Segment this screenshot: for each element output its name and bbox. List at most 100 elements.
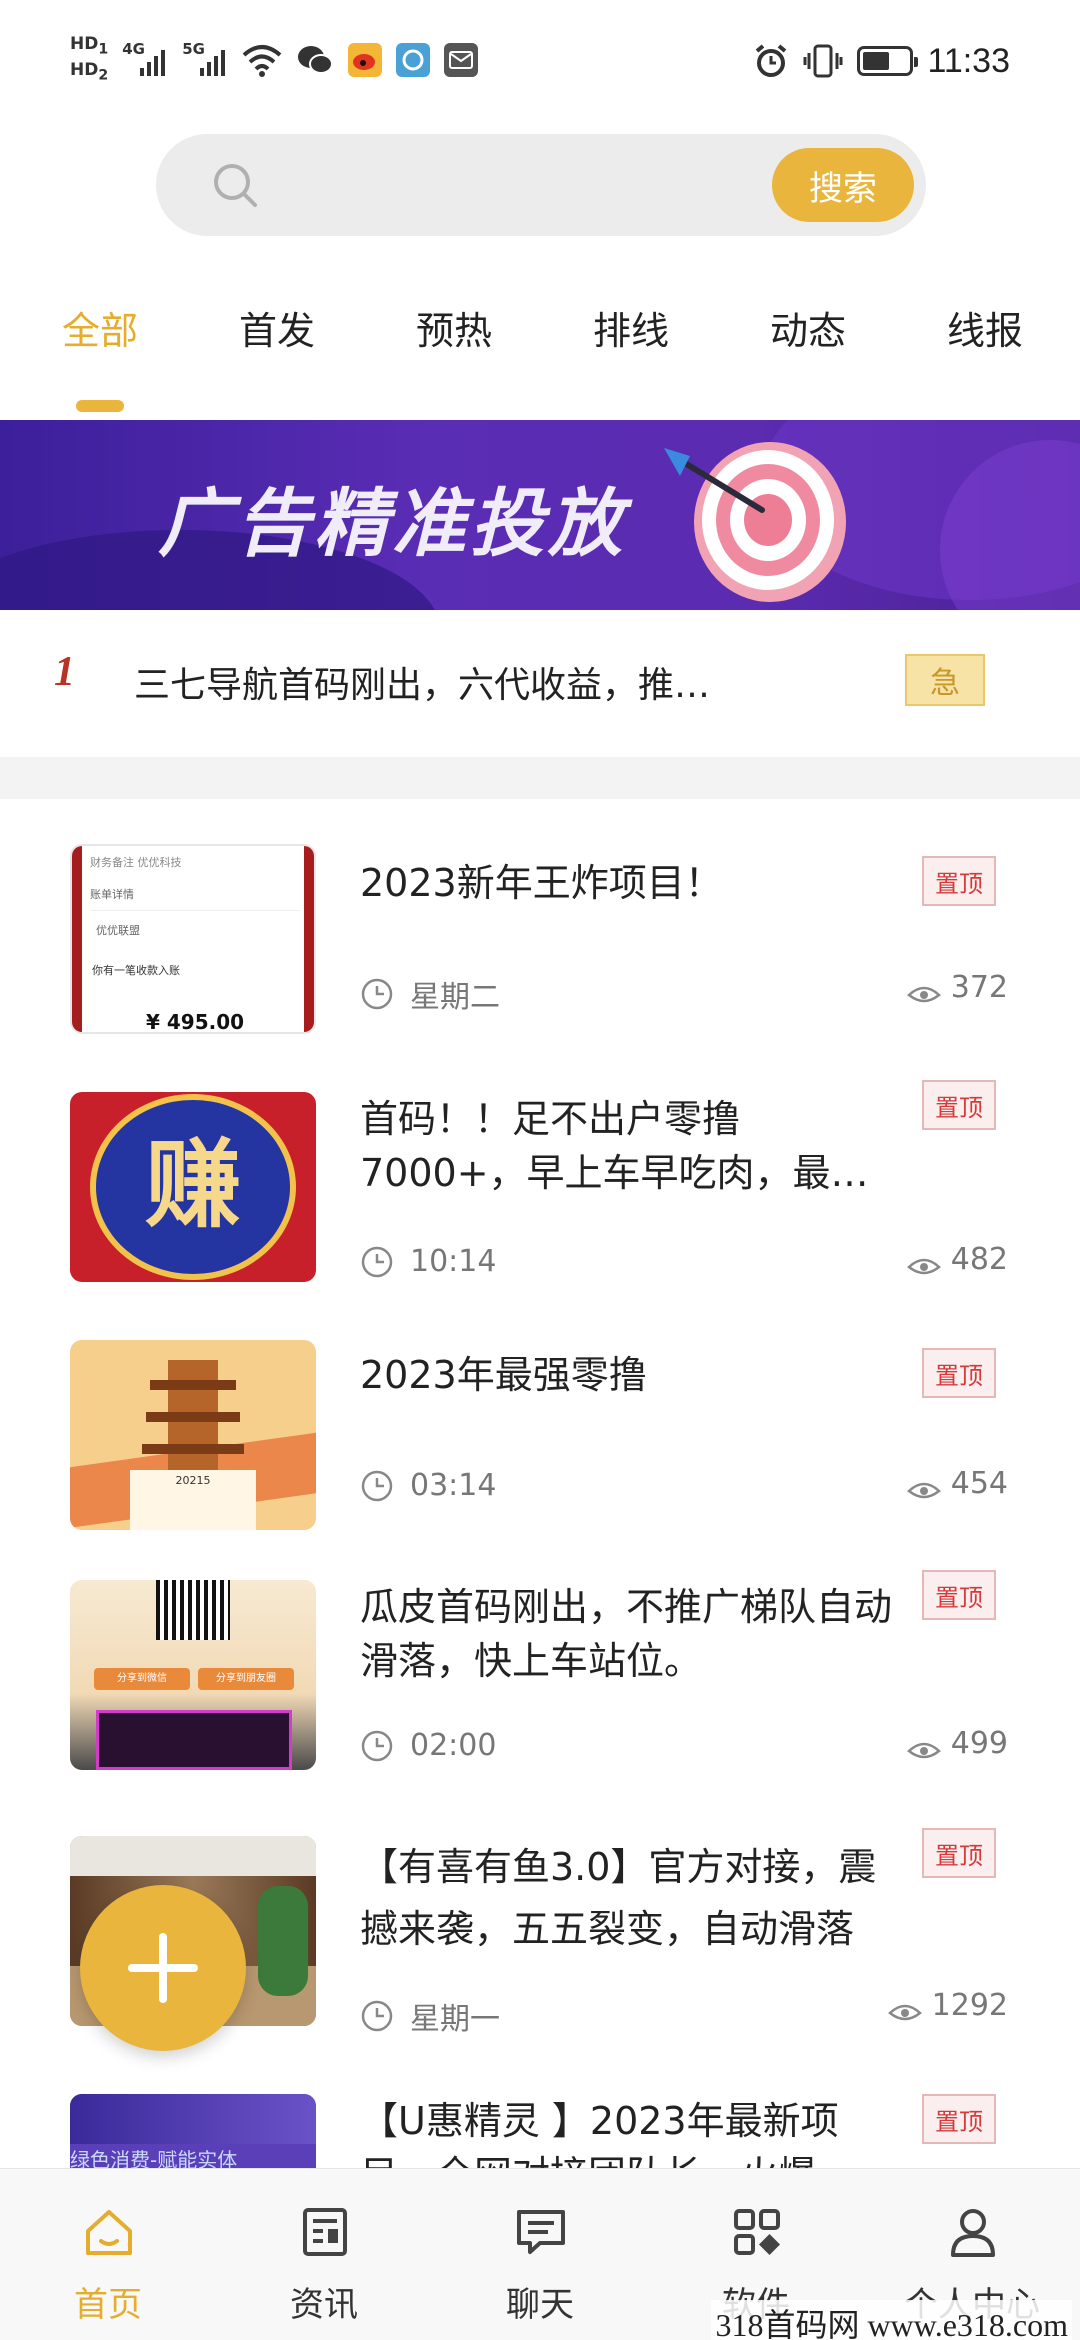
nav-news[interactable]: 资讯 — [224, 2169, 424, 2340]
tab-all[interactable]: 全部 — [30, 300, 170, 355]
post-title: 2023年最强零撸 — [360, 1353, 647, 1397]
view-count-label: 372 — [950, 970, 1008, 1005]
thumb-text: 20215 — [175, 1474, 211, 1487]
alarm-icon — [756, 44, 787, 77]
view-count-label: 1292 — [931, 1988, 1008, 2023]
hd2-label: HD — [70, 60, 99, 80]
list-item[interactable]: 绿色消费-赋能实体 【U惠精灵 】2023年最新项目，全网对接团队长，火爆… 置… — [0, 2094, 1080, 2168]
target-icon — [664, 442, 846, 602]
eye-icon — [906, 986, 941, 1003]
hd2-sub: 2 — [98, 67, 109, 84]
view-count: 1292 — [887, 1988, 1008, 2023]
thumb-text: 绿色消费-赋能实体 — [70, 2148, 238, 2168]
thumb-text: 账单详情 — [90, 888, 134, 901]
banner-text: 广告精准投放 — [158, 481, 626, 567]
clock-time: 11:33 — [927, 41, 1010, 80]
pinned-badge: 置顶 — [922, 856, 996, 906]
post-time-label: 02:00 — [410, 1728, 497, 1763]
view-count: 372 — [906, 970, 1008, 1005]
thumbnail: 分享到微信 分享到朋友圈 — [70, 1580, 316, 1770]
ad-banner[interactable]: 广告精准投放 — [0, 420, 1080, 610]
user-icon — [951, 2209, 995, 2257]
nav-home-label: 首页 — [74, 2285, 142, 2325]
tab-indicator — [76, 400, 124, 412]
post-title: 2023新年王炸项目！ — [360, 861, 723, 905]
tab-lineup[interactable]: 排线 — [561, 300, 701, 355]
post-time: 星期二 — [360, 972, 500, 1016]
notice-text: 三七导航首码刚出，六代收益，推… — [134, 665, 711, 706]
chat-icon — [517, 2210, 565, 2254]
news-icon — [303, 2208, 347, 2256]
eye-icon — [906, 1482, 941, 1499]
pinned-badge: 置顶 — [922, 2094, 996, 2144]
clock-icon — [361, 978, 393, 1010]
post-time: 02:00 — [360, 1728, 496, 1763]
view-count-label: 454 — [950, 1466, 1008, 1501]
thumb-text: 财务备注 优优科技 — [90, 856, 182, 869]
search-icon — [214, 164, 257, 207]
hd-indicator: HD1 HD2 — [70, 34, 108, 87]
thumb-text: 优优联盟 — [96, 924, 140, 937]
tab-dynamic[interactable]: 动态 — [738, 300, 878, 355]
home-icon — [86, 2210, 132, 2255]
thumb-text: 分享到朋友圈 — [198, 1668, 294, 1690]
signal-4g-icon: 4G — [122, 40, 168, 80]
post-time-label: 10:14 — [410, 1244, 497, 1279]
thumbnail: 赚 — [70, 1092, 316, 1282]
tab-tips[interactable]: 线报 — [915, 300, 1055, 355]
weibo-icon — [348, 43, 383, 77]
thumb-text: 分享到微信 — [94, 1668, 190, 1690]
urgent-badge: 急 — [905, 654, 985, 706]
view-count-label: 499 — [950, 1726, 1008, 1761]
thumbnail: 20215 — [70, 1340, 316, 1530]
notice-row[interactable]: 1 三七导航首码刚出，六代收益，推… 急 — [0, 620, 1080, 748]
wechat-icon — [298, 46, 334, 74]
status-left: HD1 HD2 4G 5G — [70, 30, 479, 90]
clock-icon — [361, 2000, 393, 2032]
tab-preheat[interactable]: 预热 — [384, 300, 524, 355]
eye-icon — [906, 1258, 941, 1275]
post-title: 【U惠精灵 】2023年最新项目，全网对接团队长，火爆… — [360, 2099, 854, 2168]
post-time-label: 03:14 — [410, 1468, 497, 1503]
eye-icon — [906, 1742, 941, 1759]
post-title: 首码！！足不出户零撸7000+，早上车早吃肉，最… — [360, 1097, 869, 1195]
tab-first-release[interactable]: 首发 — [207, 300, 347, 355]
section-divider — [0, 757, 1080, 799]
thumbnail: 绿色消费-赋能实体 — [70, 2094, 316, 2168]
nav-news-label: 资讯 — [290, 2285, 358, 2325]
post-time: 星期一 — [360, 1994, 500, 2038]
wifi-icon — [242, 45, 282, 77]
clock-icon — [361, 1730, 393, 1761]
eye-icon — [887, 2004, 922, 2021]
view-count-label: 482 — [950, 1242, 1008, 1277]
search-input[interactable]: 搜索 — [156, 134, 926, 236]
thumb-text: 赚 — [145, 1129, 241, 1241]
category-tabs: 全部 首发 预热 排线 动态 线报 — [0, 300, 1080, 412]
pinned-badge: 置顶 — [922, 1080, 996, 1130]
post-time-label: 星期二 — [410, 980, 500, 1015]
clock-icon — [361, 1470, 393, 1501]
add-post-button[interactable] — [80, 1885, 246, 2051]
thumb-text: ¥ 495.00 — [146, 1010, 245, 1034]
search-button[interactable]: 搜索 — [772, 148, 914, 222]
nav-home[interactable]: 首页 — [8, 2169, 208, 2340]
status-bar: HD1 HD2 4G 5G 11:33 — [0, 0, 1080, 120]
app-badge-icon — [396, 43, 431, 77]
clock-icon — [361, 1246, 393, 1277]
thumb-text: 你有一笔收款入账 — [92, 964, 180, 977]
view-count: 454 — [906, 1466, 1008, 1501]
status-right: 11:33 — [753, 36, 1010, 86]
watermark: 318首码网 www.e318.com — [711, 2300, 1072, 2340]
nav-chat-label: 聊天 — [506, 2285, 574, 2325]
notice-rank: 1 — [54, 649, 75, 695]
post-time: 10:14 — [360, 1244, 496, 1279]
pinned-badge: 置顶 — [922, 1570, 996, 1620]
nav-chat[interactable]: 聊天 — [440, 2169, 640, 2340]
post-time-label: 星期一 — [410, 2002, 500, 2037]
view-count: 499 — [906, 1726, 1008, 1761]
view-count: 482 — [906, 1242, 1008, 1277]
post-title: 瓜皮首码刚出，不推广梯队自动滑落，快上车站位。 — [360, 1585, 893, 1683]
vibrate-icon — [803, 44, 843, 78]
pinned-badge: 置顶 — [922, 1348, 996, 1398]
hd1-sub: 1 — [98, 41, 109, 57]
